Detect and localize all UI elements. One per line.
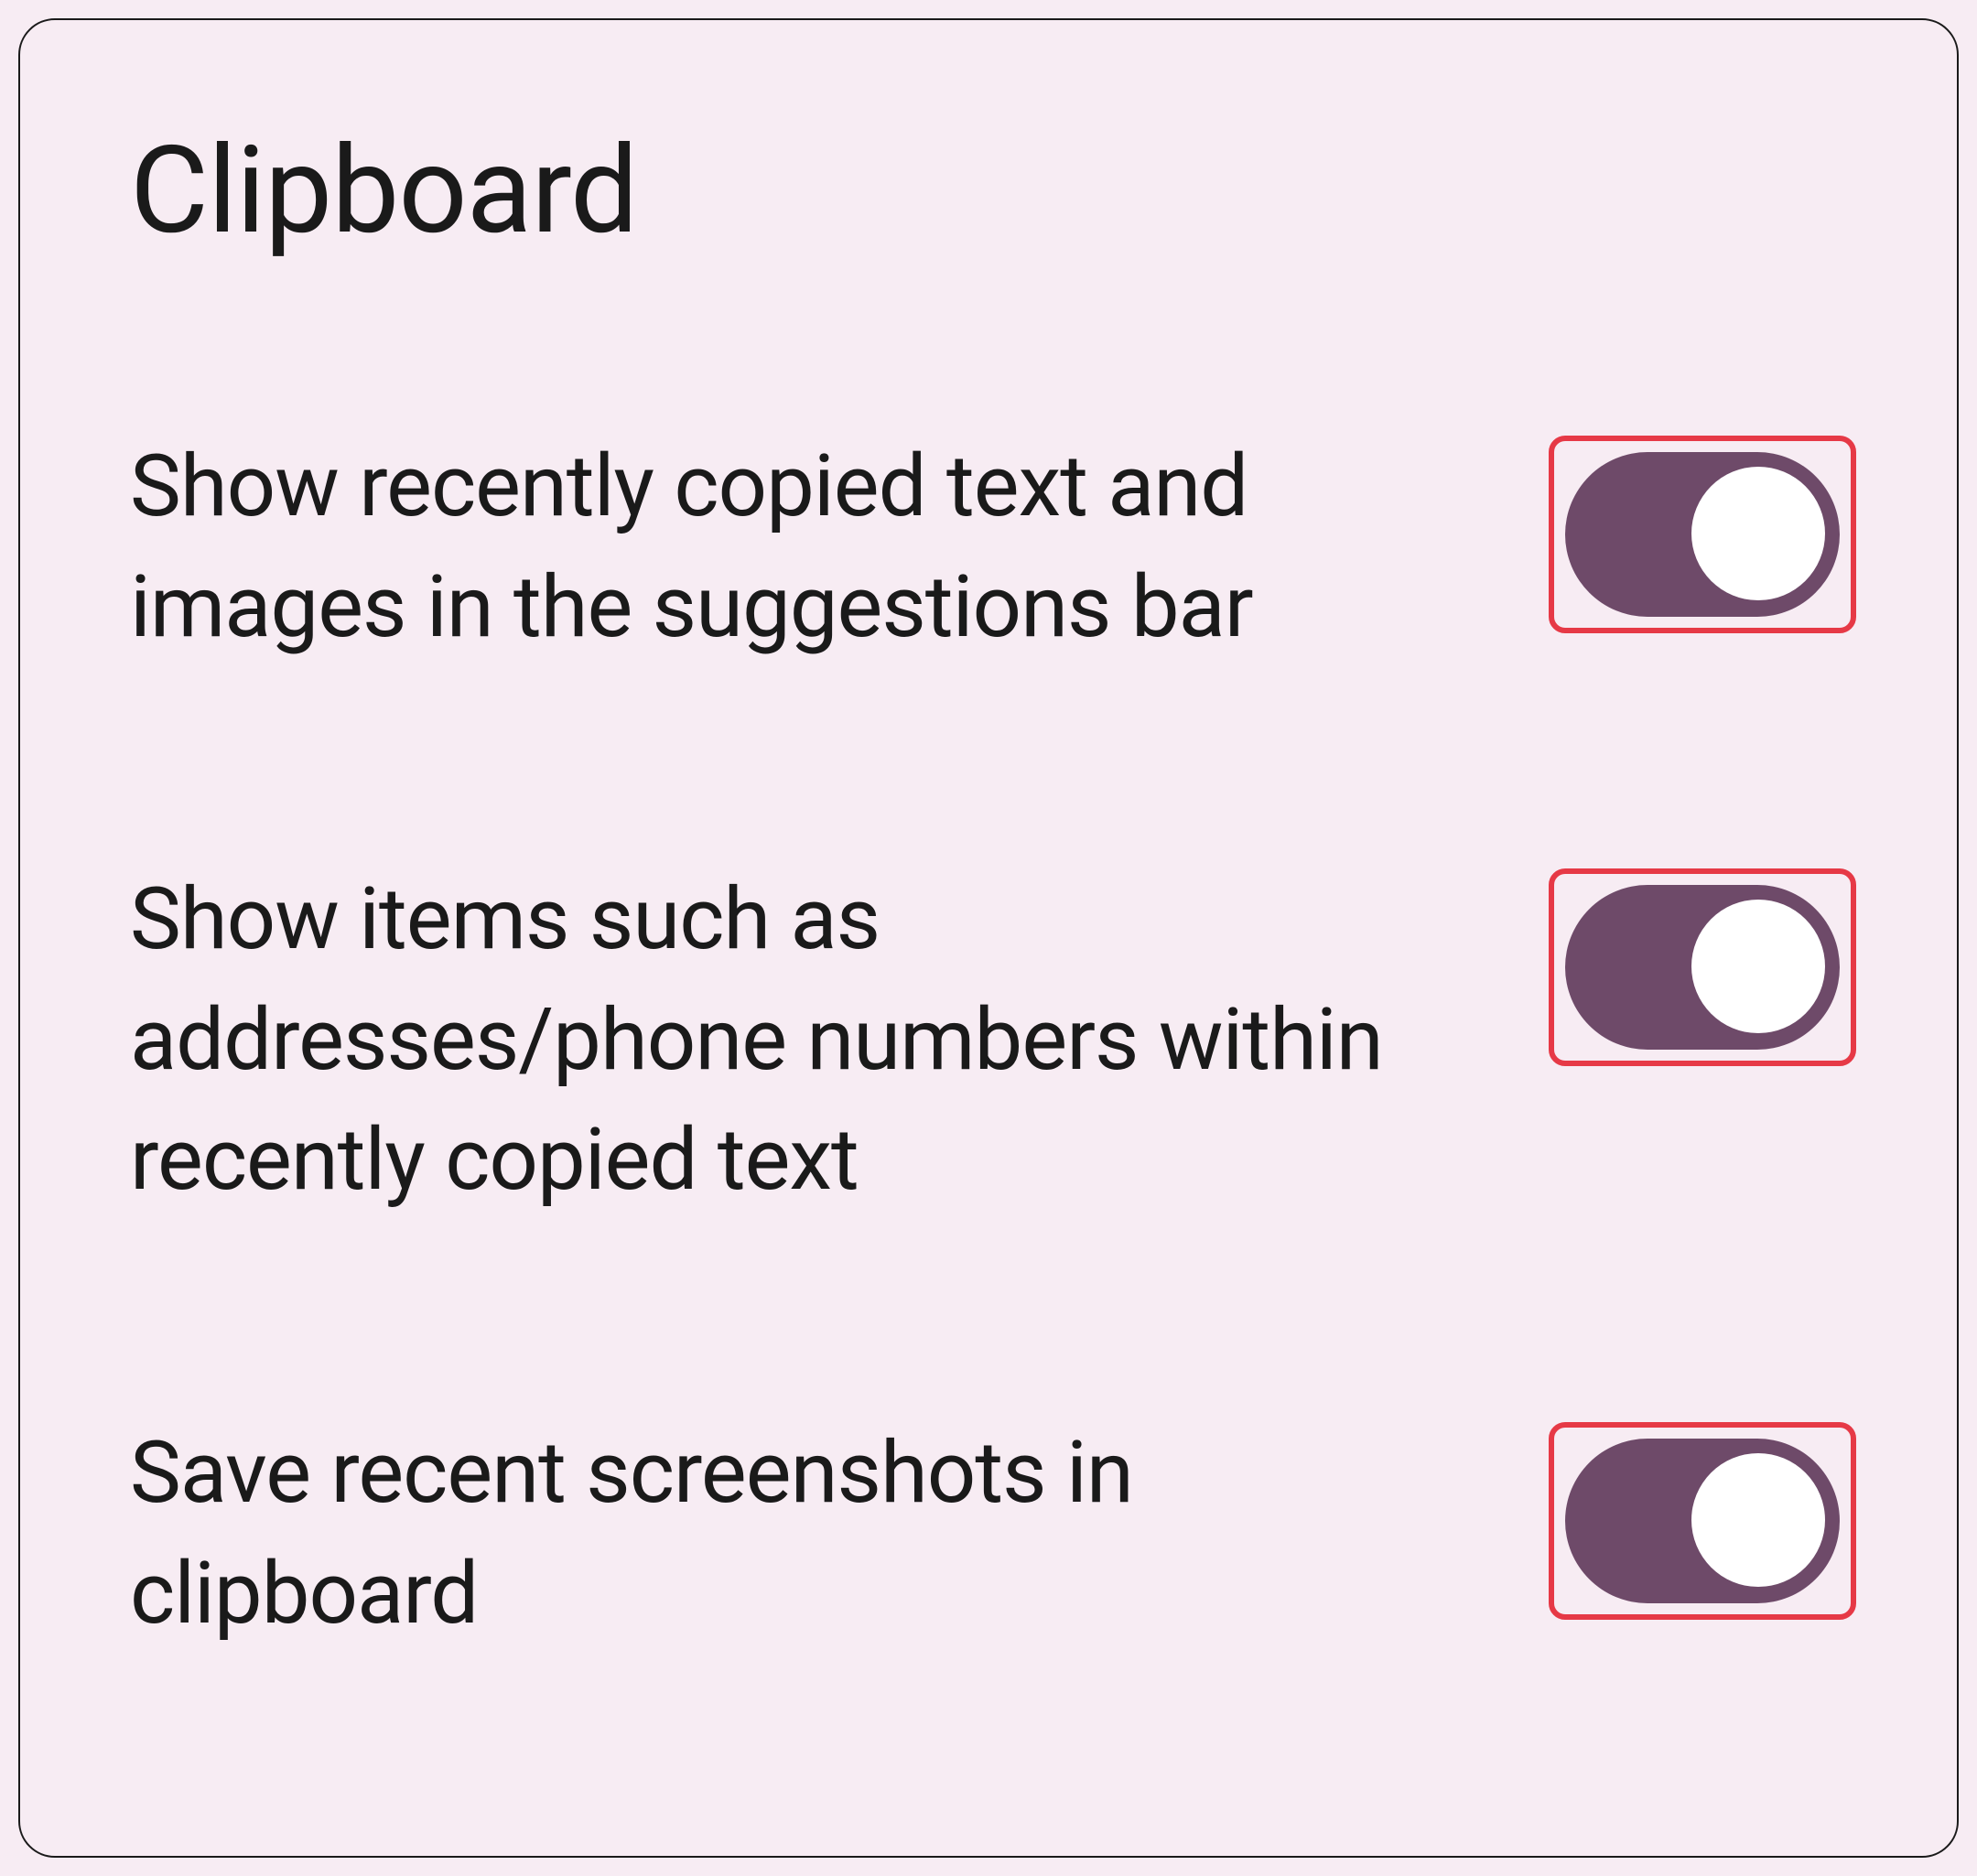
page-title: Clipboard xyxy=(130,121,1856,262)
toggle-thumb xyxy=(1691,900,1825,1033)
toggle-thumb xyxy=(1691,467,1825,600)
setting-label: Show recently copied text and images in … xyxy=(130,426,1494,667)
toggle-show-recent-suggestions[interactable] xyxy=(1565,452,1840,617)
setting-row-show-recent-suggestions: Show recently copied text and images in … xyxy=(130,426,1856,667)
setting-label: Save recent screenshots in clipboard xyxy=(130,1413,1494,1654)
toggle-save-screenshots[interactable] xyxy=(1565,1439,1840,1603)
setting-row-show-structured-items: Show items such as addresses/phone numbe… xyxy=(130,859,1856,1221)
highlight-box xyxy=(1549,436,1856,633)
setting-row-save-screenshots: Save recent screenshots in clipboard xyxy=(130,1413,1856,1654)
highlight-box xyxy=(1549,1422,1856,1620)
highlight-box xyxy=(1549,868,1856,1066)
setting-label: Show items such as addresses/phone numbe… xyxy=(130,859,1494,1221)
clipboard-settings-panel: Clipboard Show recently copied text and … xyxy=(18,18,1959,1858)
toggle-thumb xyxy=(1691,1453,1825,1587)
toggle-show-structured-items[interactable] xyxy=(1565,885,1840,1050)
